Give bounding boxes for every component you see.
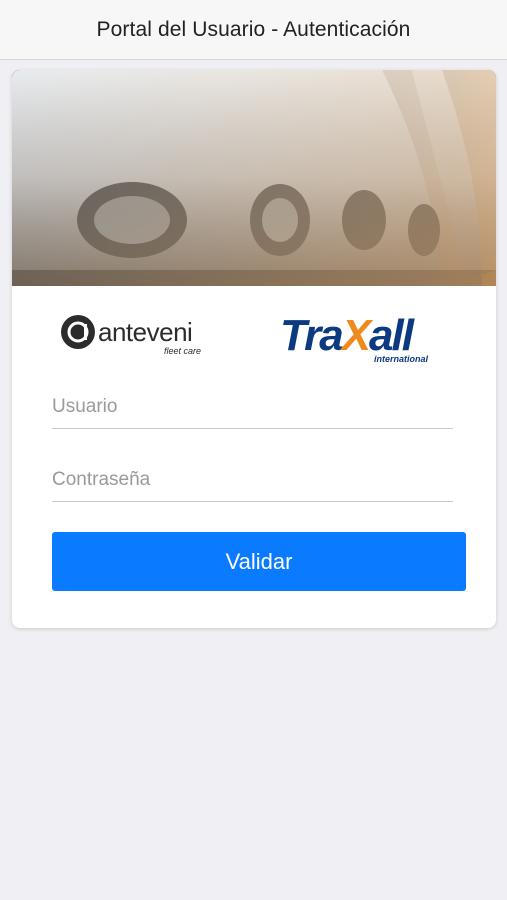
username-input[interactable]	[52, 388, 453, 426]
page-title: Portal del Usuario - Autenticación	[96, 17, 411, 41]
hero-image-cars	[12, 70, 496, 286]
traxall-tagline: international	[374, 354, 429, 364]
validate-button[interactable]: Validar	[52, 532, 466, 591]
anteveni-tagline: fleet care	[164, 346, 201, 356]
password-input[interactable]	[52, 461, 453, 499]
anteveni-wordmark: anteveni	[98, 317, 192, 347]
password-field	[52, 461, 453, 502]
traxall-logo: TraXall international	[280, 310, 450, 368]
traxall-wordmark: TraXall	[280, 311, 415, 360]
username-field	[52, 388, 453, 429]
partner-logos: anteveni fleet care TraXall internationa…	[12, 306, 496, 370]
navigation-bar: Portal del Usuario - Autenticación	[0, 0, 507, 60]
login-card: anteveni fleet care TraXall internationa…	[12, 70, 496, 628]
anteveni-logo: anteveni fleet care	[60, 310, 230, 360]
